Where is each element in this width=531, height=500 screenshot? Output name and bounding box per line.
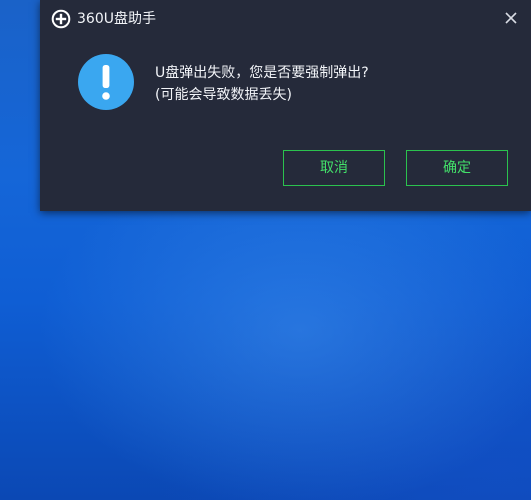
close-icon[interactable]: [501, 8, 521, 28]
plus-circle-icon: [51, 9, 71, 29]
message-line-2: (可能会导致数据丢失): [155, 87, 292, 103]
eject-failed-dialog: 360U盘助手 U盘弹出失败，您是否要强制弹出? (可能会导致数据丢失) 取消 …: [40, 0, 531, 211]
cancel-button[interactable]: 取消: [283, 150, 385, 186]
app-title: 360U盘助手: [77, 11, 156, 27]
message-line-1: U盘弹出失败，您是否要强制弹出?: [155, 65, 369, 81]
dialog-message: U盘弹出失败，您是否要强制弹出? (可能会导致数据丢失): [155, 62, 515, 106]
dialog-titlebar[interactable]: 360U盘助手: [40, 0, 531, 38]
exclamation-circle-icon: [78, 54, 134, 110]
ok-button[interactable]: 确定: [406, 150, 508, 186]
